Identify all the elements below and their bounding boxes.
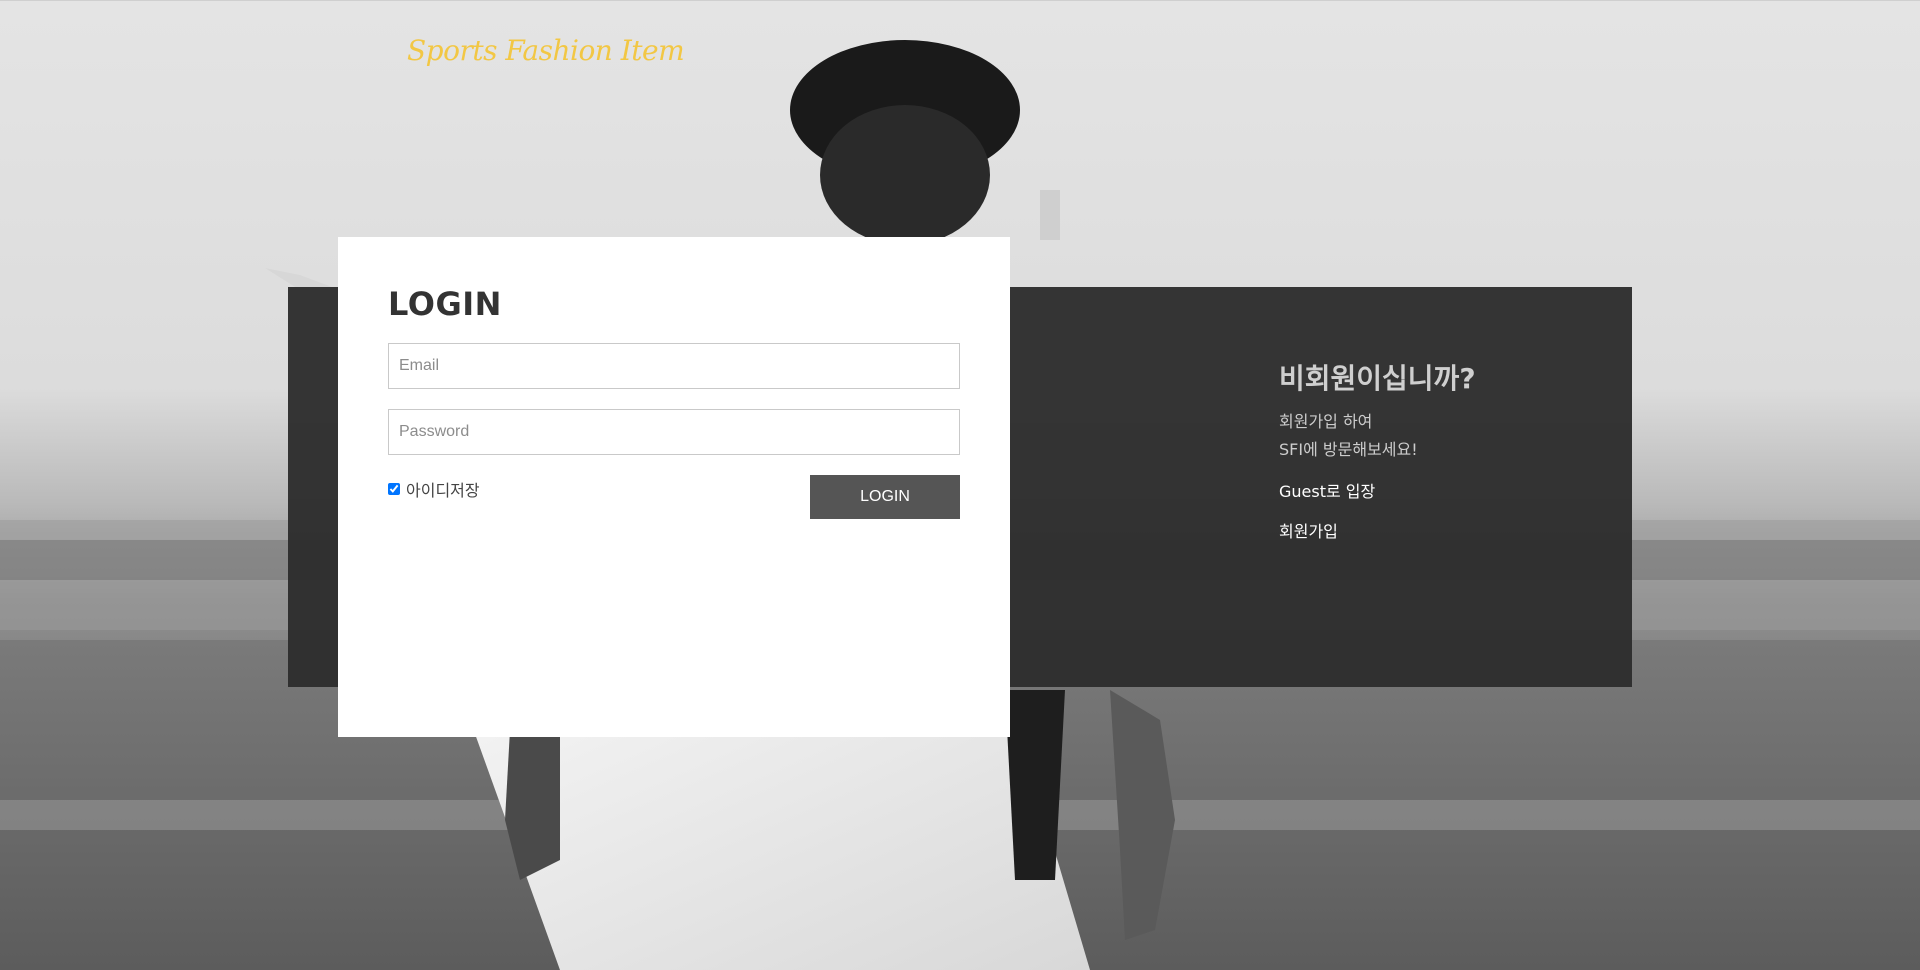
brand-logo[interactable]: Sports Fashion Item: [407, 34, 685, 67]
login-title: LOGIN: [388, 285, 502, 323]
remember-id-checkbox[interactable]: [388, 483, 400, 495]
guest-desc-line-1: 회원가입 하여: [1279, 412, 1373, 431]
email-field[interactable]: [388, 343, 960, 389]
login-page: Sports Fashion Item LOGIN 아이디저장 LOGIN 비회…: [0, 0, 1920, 970]
password-field[interactable]: [388, 409, 960, 455]
login-card: LOGIN 아이디저장 LOGIN: [338, 237, 1010, 737]
remember-id-label: 아이디저장: [406, 481, 480, 500]
guest-entry-link[interactable]: Guest로 입장: [1279, 478, 1476, 506]
login-button[interactable]: LOGIN: [810, 475, 960, 519]
guest-title: 비회원이십니까?: [1279, 362, 1476, 395]
top-border: [0, 0, 1920, 1]
guest-description: 회원가입 하여 SFI에 방문해보세요!: [1279, 408, 1476, 464]
guest-desc-line-2: SFI에 방문해보세요!: [1279, 440, 1418, 459]
guest-section: 비회원이십니까? 회원가입 하여 SFI에 방문해보세요! Guest로 입장 …: [1279, 360, 1476, 546]
signup-link[interactable]: 회원가입: [1279, 518, 1476, 546]
remember-id-option[interactable]: 아이디저장: [388, 477, 480, 501]
login-actions-row: 아이디저장 LOGIN: [388, 475, 960, 519]
